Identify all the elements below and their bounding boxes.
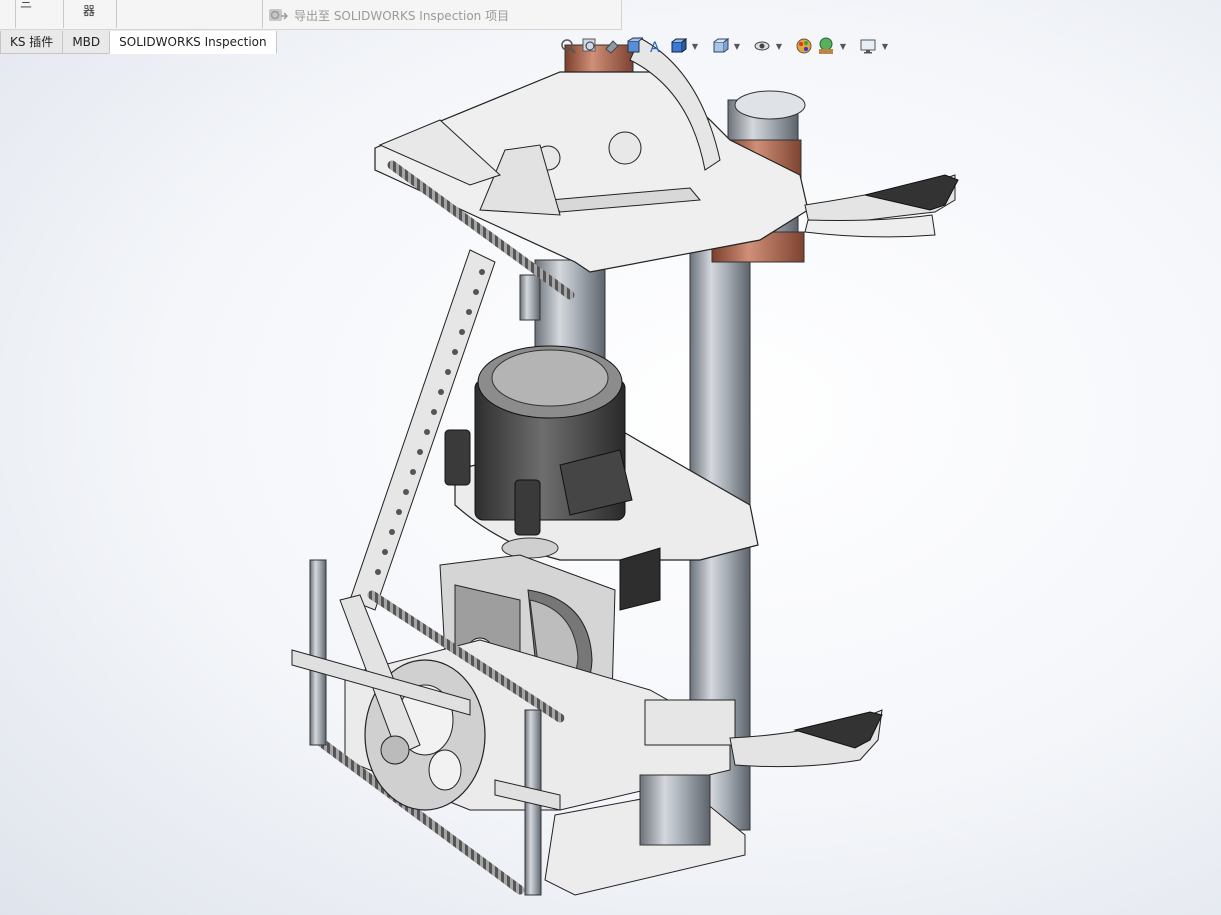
perforated-link <box>349 249 496 611</box>
chevron-down-icon[interactable]: ▼ <box>690 36 700 56</box>
chevron-down-icon[interactable]: ▼ <box>732 36 742 56</box>
export-command-label: 导出至 SOLIDWORKS Inspection 项目 <box>294 8 510 23</box>
view-settings-icon[interactable] <box>858 36 878 56</box>
apply-scene-icon[interactable] <box>816 36 836 56</box>
export-inspection-project-button[interactable]: 导出至 SOLIDWORKS Inspection 项目 <box>268 4 509 26</box>
lower-claw <box>729 709 883 768</box>
ribbon-separator <box>262 0 263 28</box>
cad-assembly-model[interactable] <box>0 0 1221 915</box>
chevron-down-icon[interactable]: ▼ <box>774 36 784 56</box>
previous-view-icon[interactable] <box>602 36 622 56</box>
graphics-viewport[interactable]: 三 器 导出至 SOLIDWORKS Inspection 项目 KS 插件 M… <box>0 0 1221 915</box>
zoom-to-fit-icon[interactable] <box>558 36 578 56</box>
zoom-area-icon[interactable] <box>580 36 600 56</box>
tab-solidworks-inspection[interactable]: SOLIDWORKS Inspection <box>109 31 277 54</box>
ribbon-label-fragment: 器 <box>83 4 96 18</box>
svg-text:A: A <box>650 40 660 55</box>
view-orientation-icon[interactable] <box>668 36 688 56</box>
top-plate <box>374 37 809 273</box>
upper-claw <box>804 174 959 238</box>
edit-appearance-icon[interactable] <box>794 36 814 56</box>
command-manager-ribbon: 三 器 导出至 SOLIDWORKS Inspection 项目 <box>0 0 622 30</box>
display-style-icon[interactable] <box>710 36 730 56</box>
heads-up-view-toolbar: A ▼ ▼ ▼ ▼ ▼ <box>558 34 890 58</box>
ribbon-separator <box>116 0 117 28</box>
command-manager-tabs: KS 插件 MBD SOLIDWORKS Inspection <box>0 31 277 54</box>
tab-mbd[interactable]: MBD <box>62 31 111 54</box>
inspection-export-icon <box>269 9 288 21</box>
chevron-down-icon[interactable]: ▼ <box>880 36 890 56</box>
chevron-down-icon[interactable]: ▼ <box>838 36 848 56</box>
hide-show-icon[interactable] <box>752 36 772 56</box>
ribbon-label-fragment: 三 <box>20 0 33 10</box>
dynamic-annotation-icon[interactable]: A <box>646 36 666 56</box>
ribbon-separator <box>15 0 16 28</box>
tab-ks-addins[interactable]: KS 插件 <box>0 31 64 54</box>
ribbon-separator <box>63 0 64 28</box>
section-view-icon[interactable] <box>624 36 644 56</box>
